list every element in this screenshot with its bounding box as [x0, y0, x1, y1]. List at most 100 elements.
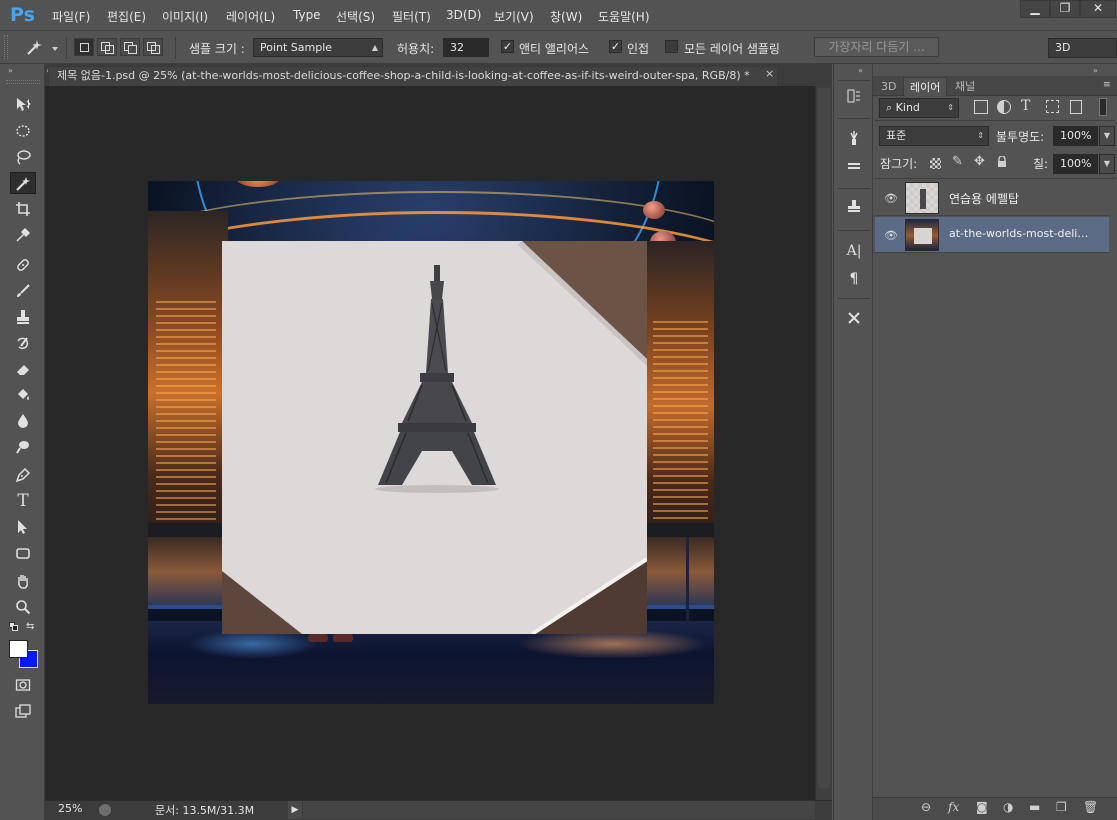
tab-layers[interactable]: 레이어	[903, 77, 948, 96]
tolerance-input[interactable]: 32	[443, 38, 489, 57]
eraser-icon[interactable]	[10, 358, 36, 380]
opacity-dropdown-icon[interactable]: ▼	[1099, 126, 1115, 146]
lock-all-icon[interactable]	[997, 155, 1007, 167]
filter-type-icon[interactable]: T	[1021, 98, 1030, 114]
close-button[interactable]: ✕	[1080, 0, 1116, 18]
layer-name[interactable]: at-the-worlds-most-delicio...	[949, 227, 1089, 240]
sample-all-layers-checkbox[interactable]	[665, 40, 678, 53]
foreground-color-swatch[interactable]	[9, 640, 28, 658]
new-selection-button[interactable]	[74, 38, 94, 56]
layer-row[interactable]: 👁 연습용 에펠탑	[875, 180, 1109, 216]
layer-name[interactable]: 연습용 에펠탑	[949, 190, 1089, 207]
path-selection-icon[interactable]	[10, 516, 36, 538]
blend-mode-select[interactable]: 표준 ⇕	[879, 126, 989, 146]
layer-style-icon[interactable]: fx	[948, 800, 959, 814]
menu-view[interactable]: 보기(V)	[494, 8, 534, 25]
menu-select[interactable]: 선택(S)	[336, 8, 375, 25]
tab-3d[interactable]: 3D	[875, 77, 902, 96]
document-tab[interactable]: 제목 없음-1.psd @ 25% (at-the-worlds-most-de…	[48, 66, 778, 86]
layer-filter-select[interactable]: ⌕ Kind ⇕	[879, 98, 959, 118]
hand-icon[interactable]	[10, 570, 36, 592]
collapse-panels-icon[interactable]: «	[858, 66, 863, 75]
lock-pixels-icon[interactable]: ✎	[952, 154, 963, 169]
swap-colors-icon[interactable]: ⇆	[26, 621, 34, 632]
lock-position-icon[interactable]: ✥	[974, 154, 985, 169]
subtract-from-selection-button[interactable]	[120, 38, 140, 56]
history-panel-icon[interactable]	[842, 88, 866, 110]
menu-3d[interactable]: 3D(D)	[446, 8, 481, 22]
add-mask-icon[interactable]: ◙	[976, 800, 988, 814]
tool-preset-picker[interactable]	[22, 38, 62, 58]
visibility-eye-icon[interactable]: 👁	[884, 192, 898, 205]
history-brush-icon[interactable]	[10, 332, 36, 354]
tool-presets-icon[interactable]	[842, 310, 866, 332]
delete-layer-icon[interactable]: 🗑	[1083, 800, 1098, 814]
sample-size-select[interactable]: Point Sample ▲	[253, 38, 383, 57]
collapse-dock-icon[interactable]: »	[1093, 66, 1098, 75]
tab-channels[interactable]: 채널	[949, 77, 981, 96]
magic-wand-icon[interactable]	[10, 172, 36, 194]
move-icon[interactable]	[10, 94, 36, 116]
fill-dropdown-icon[interactable]: ▼	[1099, 154, 1115, 174]
refine-edge-button[interactable]: 가장자리 다듬기 ...	[814, 37, 939, 57]
workspace-select[interactable]: 3D	[1048, 38, 1117, 58]
visibility-eye-icon[interactable]: 👁	[884, 229, 898, 242]
lasso-icon[interactable]	[10, 146, 36, 168]
menu-file[interactable]: 파일(F)	[52, 8, 90, 25]
lock-transparent-icon[interactable]	[930, 158, 941, 169]
opacity-input[interactable]: 100%	[1053, 126, 1098, 146]
clone-source-icon[interactable]	[842, 198, 866, 220]
link-layers-icon[interactable]: ⊖	[921, 800, 931, 814]
menu-help[interactable]: 도움말(H)	[598, 8, 650, 25]
menu-filter[interactable]: 필터(T)	[392, 8, 431, 25]
brush-icon[interactable]	[10, 280, 36, 302]
contiguous-checkbox[interactable]: ✓	[609, 40, 622, 53]
filter-pixel-icon[interactable]	[974, 100, 988, 114]
adjustment-layer-icon[interactable]: ◑	[1003, 800, 1013, 814]
status-info-icon[interactable]	[98, 803, 112, 817]
crop-icon[interactable]	[10, 198, 36, 220]
scrollbar-track[interactable]	[818, 88, 830, 788]
new-group-icon[interactable]: ▬	[1029, 800, 1040, 814]
horizontal-scrollbar[interactable]	[303, 801, 815, 819]
zoom-icon[interactable]	[10, 596, 36, 618]
fill-input[interactable]: 100%	[1053, 154, 1098, 174]
minimize-button[interactable]: ▁	[1020, 0, 1050, 18]
clone-stamp-icon[interactable]	[10, 306, 36, 328]
pen-icon[interactable]	[10, 464, 36, 486]
anti-alias-checkbox[interactable]: ✓	[501, 40, 514, 53]
quick-mask-icon[interactable]	[10, 674, 36, 696]
brush-panel-icon[interactable]	[842, 158, 866, 180]
intersect-selection-button[interactable]	[143, 38, 163, 56]
brush-presets-icon[interactable]	[842, 130, 866, 152]
panel-menu-icon[interactable]: ≡	[1103, 80, 1111, 90]
ellipse-marquee-icon[interactable]	[10, 120, 36, 142]
healing-brush-icon[interactable]	[10, 254, 36, 276]
status-menu-arrow-icon[interactable]: ▶	[288, 801, 302, 819]
type-icon[interactable]: T	[10, 490, 36, 512]
paragraph-panel-icon[interactable]: ¶	[842, 268, 866, 290]
layer-row-selected[interactable]: 👁 at-the-worlds-most-delicio...	[875, 217, 1109, 253]
default-colors-icon[interactable]	[9, 622, 19, 632]
menu-layer[interactable]: 레이어(L)	[226, 8, 275, 25]
zoom-level[interactable]: 25%	[58, 802, 82, 815]
filter-shape-icon[interactable]	[1046, 100, 1059, 113]
character-panel-icon[interactable]: A|	[842, 240, 866, 262]
filter-toggle-switch[interactable]	[1099, 98, 1107, 116]
dodge-icon[interactable]	[10, 436, 36, 458]
rectangle-icon[interactable]	[10, 542, 36, 564]
collapse-toolbar-icon[interactable]: »	[8, 66, 13, 75]
menu-image[interactable]: 이미지(I)	[162, 8, 208, 25]
menu-window[interactable]: 창(W)	[550, 8, 582, 25]
menu-type[interactable]: Type	[293, 8, 321, 22]
add-to-selection-button[interactable]	[97, 38, 117, 56]
close-document-icon[interactable]: ×	[765, 67, 774, 80]
filter-adjustment-icon[interactable]	[997, 100, 1011, 114]
vertical-scrollbar[interactable]	[815, 86, 832, 800]
paint-bucket-icon[interactable]	[10, 384, 36, 406]
blur-icon[interactable]	[10, 410, 36, 432]
menu-edit[interactable]: 편집(E)	[107, 8, 146, 25]
new-layer-icon[interactable]: ❐	[1056, 800, 1067, 814]
eyedropper-icon[interactable]	[10, 224, 36, 246]
filter-smart-object-icon[interactable]	[1070, 100, 1082, 114]
